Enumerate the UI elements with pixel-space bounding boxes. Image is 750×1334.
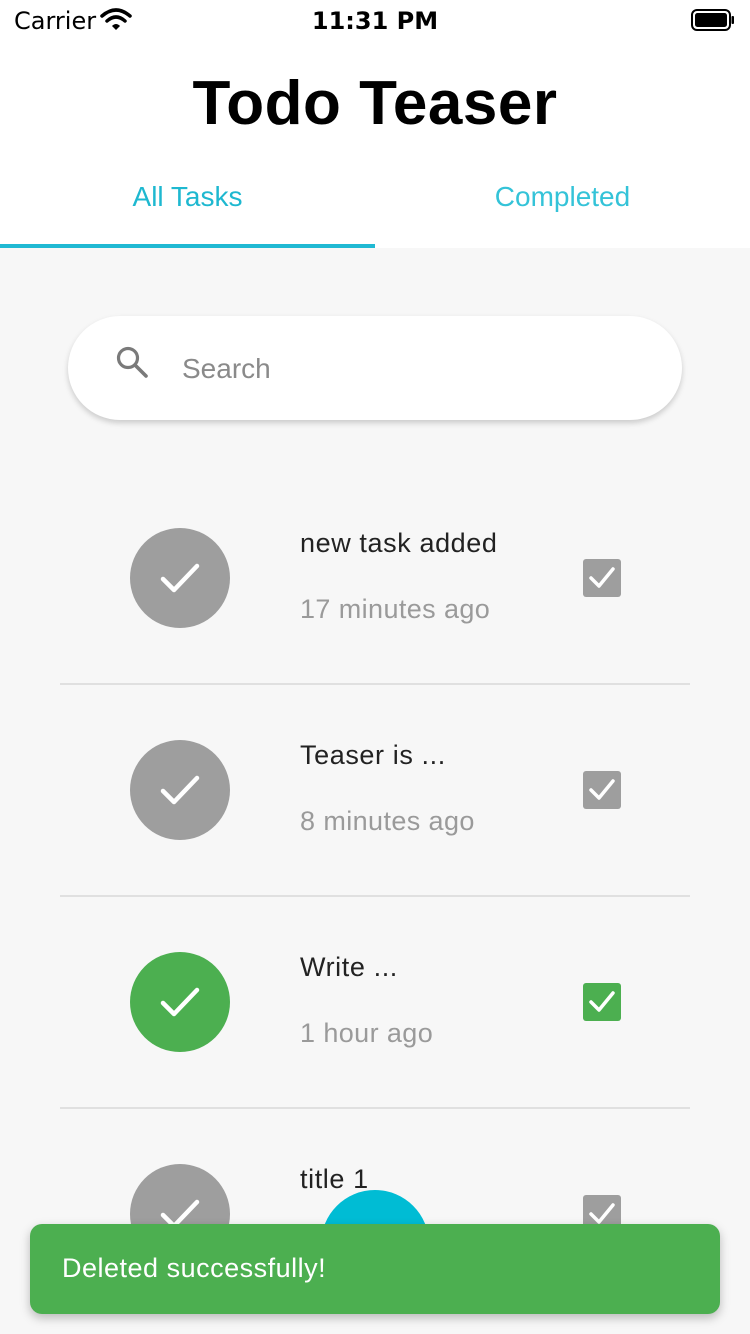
task-title: Teaser is ... — [300, 740, 446, 770]
search-bar[interactable] — [68, 316, 682, 420]
task-status-avatar[interactable] — [130, 740, 230, 840]
check-icon — [160, 775, 200, 805]
task-status-avatar[interactable] — [130, 528, 230, 628]
task-row[interactable]: Write ... 1 hour ago — [0, 896, 750, 1109]
task-timestamp: 17 minutes ago — [300, 594, 491, 624]
check-icon — [160, 987, 200, 1017]
snackbar-message: Deleted successfully! — [62, 1253, 327, 1283]
task-checkbox[interactable] — [583, 983, 621, 1021]
battery-full-icon — [691, 9, 734, 31]
task-title: title 1 — [300, 1164, 369, 1194]
task-checkbox[interactable] — [583, 771, 621, 809]
tab-bar: All Tasks Completed — [0, 164, 750, 248]
app-header: Todo Teaser All Tasks Completed — [0, 40, 750, 248]
checkbox-check-icon — [589, 779, 615, 800]
checkbox-check-icon — [589, 991, 615, 1012]
task-timestamp: 8 minutes ago — [300, 806, 475, 836]
tab-indicator — [0, 244, 375, 248]
search-icon — [116, 346, 148, 378]
page-title: Todo Teaser — [192, 69, 558, 138]
snackbar: Deleted successfully! — [30, 1224, 720, 1314]
task-title: Write ... — [300, 952, 398, 982]
check-icon — [160, 563, 200, 593]
checkbox-check-icon — [589, 567, 615, 588]
task-title: new task added — [300, 528, 498, 558]
task-timestamp: 1 hour ago — [300, 1018, 434, 1048]
task-status-avatar[interactable] — [130, 952, 230, 1052]
status-bar: Carrier 11:31 PM — [0, 0, 750, 40]
search-input[interactable] — [180, 338, 644, 400]
task-row[interactable]: new task added 17 minutes ago — [0, 472, 750, 685]
clock: 11:31 PM — [311, 7, 439, 35]
task-checkbox[interactable] — [583, 559, 621, 597]
tab-all-tasks[interactable]: All Tasks — [0, 164, 375, 248]
task-row[interactable]: Teaser is ... 8 minutes ago — [0, 684, 750, 897]
tab-completed[interactable]: Completed — [375, 164, 750, 248]
